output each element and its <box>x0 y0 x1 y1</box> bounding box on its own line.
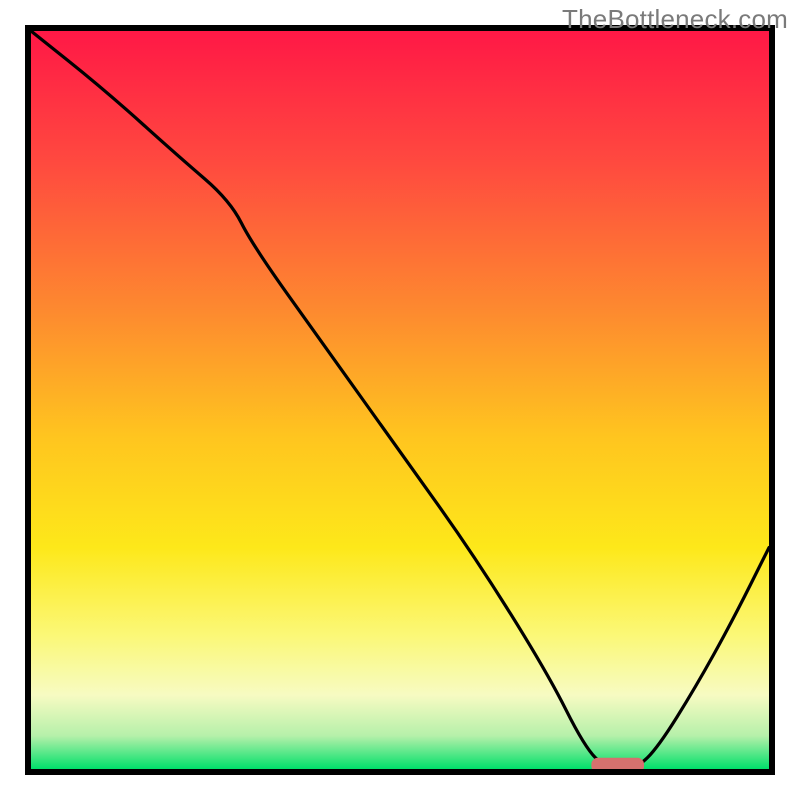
watermark-text: TheBottleneck.com <box>562 4 788 35</box>
plot-background <box>31 31 769 769</box>
chart-container: TheBottleneck.com <box>0 0 800 800</box>
bottleneck-chart <box>0 0 800 800</box>
